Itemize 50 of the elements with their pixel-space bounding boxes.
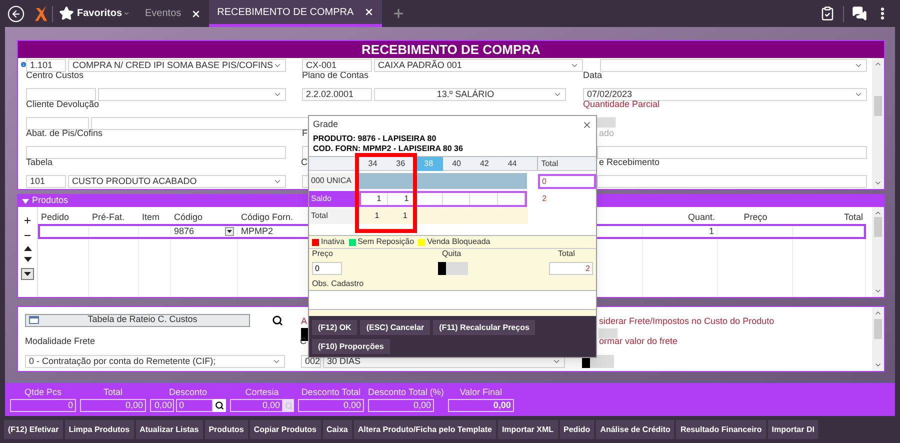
table-cell-text: 9876 — [174, 224, 196, 238]
field-label: Total — [558, 248, 575, 260]
total-label: Desconto — [168, 387, 208, 398]
total-label: Desconto Total (%) — [368, 387, 444, 398]
field-label: Plano de Contas — [302, 70, 369, 80]
sum-cell-text: 1 — [402, 210, 408, 222]
column-header: Total — [537, 157, 596, 170]
field-label: F — [302, 128, 308, 138]
field-label: Preço — [312, 248, 334, 260]
total-cell-text: 2 — [541, 193, 548, 205]
field-label: Centro Custos — [26, 70, 84, 80]
column-header: Preço — [744, 212, 768, 222]
dialog-title: Grade — [313, 118, 338, 132]
field-label: Quita — [442, 248, 462, 260]
legend-label: Inativa — [321, 236, 345, 248]
sum-cell-text: 1 — [374, 210, 380, 222]
total-label: Qtde Pcs — [23, 387, 62, 398]
supplier-code: COD. FORN: MPMP2 - LAPISEIRA 80 36 — [313, 144, 464, 154]
product-title: PRODUTO: 9876 - LAPISEIRA 80 — [313, 134, 438, 144]
field-label: C — [301, 157, 308, 167]
total-cell: 0 — [538, 174, 596, 188]
field-label: ado — [599, 128, 614, 138]
total-label: Desconto Total — [300, 387, 362, 398]
total-label: Total — [102, 387, 124, 398]
panel-title: Produtos — [32, 194, 68, 208]
column-header: Item — [142, 212, 160, 222]
column-header: Código — [174, 212, 203, 222]
field-label: Data — [583, 70, 602, 80]
form-title: RECEBIMENTO DE COMPRA — [18, 41, 884, 58]
field-label: e Recebimento — [599, 157, 660, 167]
table-cell-text: 1 — [708, 224, 714, 238]
field-label: Tabela — [26, 157, 53, 167]
legend-label: Venda Bloqueada — [427, 236, 490, 248]
column-header: Código Forn. — [241, 212, 294, 222]
field-label: Abat. de Pis/Cofins — [26, 128, 103, 138]
column-header: Quant. — [688, 212, 715, 222]
field-label: A — [301, 316, 308, 326]
table-cell-text: MPMP2 — [241, 224, 274, 238]
total-label: Cortesia — [244, 387, 280, 398]
column-header: Pedido — [41, 212, 70, 222]
field-label: Modalidade Frete — [25, 336, 96, 346]
column-header: Total — [844, 212, 863, 222]
column-header: Pré-Fat. — [92, 212, 125, 222]
field-label: Cliente Devolução — [26, 99, 100, 109]
total-label: Valor Final — [458, 387, 504, 398]
field-label: Obs. Cadastro — [312, 278, 365, 290]
field-label: siderar Frete/Impostos no Custo do Produto — [599, 316, 774, 326]
legend-label: Sem Reposição — [358, 236, 414, 248]
field-label: ormar valor do frete — [599, 336, 678, 346]
field-label: Quantidade Parcial — [583, 99, 660, 109]
